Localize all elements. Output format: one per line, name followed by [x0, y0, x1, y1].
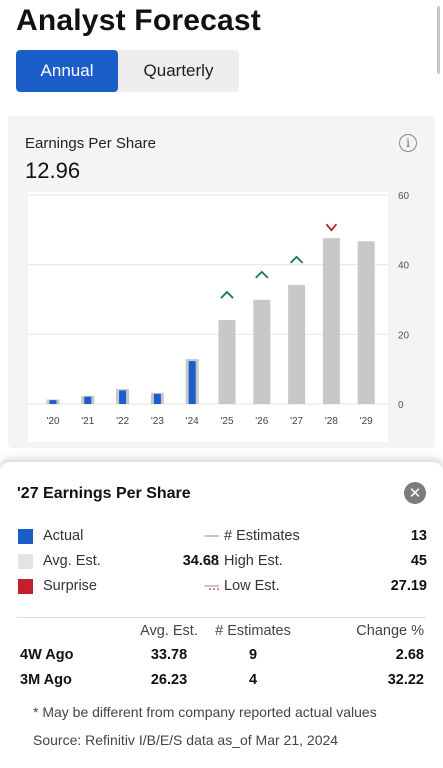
- x-tick-label: '26: [255, 416, 268, 427]
- row-separator: ...: [208, 578, 221, 594]
- surprise-down-marker: [325, 223, 338, 232]
- disclaimer-note: * May be different from company reported…: [33, 704, 377, 720]
- x-tick-label: '21: [81, 416, 94, 427]
- legend-label: Surprise: [43, 578, 97, 594]
- actual-bar: [49, 400, 57, 404]
- surprise-up-marker: [220, 290, 234, 299]
- row-separator: ...: [208, 553, 221, 569]
- y-tick-label: 40: [398, 261, 410, 272]
- stat-label: # Estimates: [224, 528, 300, 544]
- actual-swatch: [18, 529, 33, 544]
- close-icon: ✕: [408, 484, 422, 502]
- stat-label: Low Est.: [224, 578, 280, 594]
- actual-bar: [84, 396, 92, 404]
- divider: [17, 617, 426, 618]
- table-row: 3M Ago 26.23 4 32.22: [17, 670, 427, 690]
- row-label: 3M Ago: [20, 672, 72, 688]
- legend-label: Actual: [43, 528, 84, 544]
- legend-row-actual: Actual — # Estimates 13: [17, 526, 427, 546]
- avg-est-swatch: [18, 554, 33, 569]
- estimate-bar: [218, 320, 236, 404]
- col-header-change: Change %: [356, 623, 424, 639]
- x-tick-label: '25: [220, 416, 233, 427]
- stat-value: 27.19: [390, 578, 427, 594]
- table-header: Avg. Est. # Estimates Change %: [17, 621, 427, 641]
- legend-value: —: [204, 528, 220, 544]
- surprise-up-marker: [289, 255, 304, 264]
- stat-value: 45: [410, 553, 427, 569]
- estimate-bar: [357, 241, 375, 404]
- stat-label: High Est.: [224, 553, 283, 569]
- scrollbar-thumb[interactable]: [437, 6, 440, 74]
- legend-label: Avg. Est.: [43, 553, 101, 569]
- x-tick-label: '22: [116, 416, 129, 427]
- cell-change: 32.22: [387, 672, 424, 688]
- eps-bar-chart[interactable]: 0 20 40 60 '20 '21 '22 '23 '24 '25 '26 '27 '28 '29: [8, 116, 435, 448]
- estimate-bar: [288, 284, 306, 404]
- col-header-estimates: # Estimates: [215, 623, 291, 639]
- estimate-bar: [322, 238, 340, 404]
- x-tick-label: '23: [151, 416, 164, 427]
- cell-estimates: 4: [248, 672, 258, 688]
- y-tick-label: 0: [398, 400, 404, 411]
- cell-change: 2.68: [395, 647, 424, 663]
- cell-estimates: 9: [248, 647, 258, 663]
- x-tick-label: '24: [186, 416, 199, 427]
- eps-chart-card: Earnings Per Share 12.96 i 0 20 40 60'20'21…: [8, 116, 435, 448]
- source-note: Source: Refinitiv I/B/E/S data as_of Mar…: [33, 732, 339, 748]
- details-sheet: '27 Earnings Per Share ✕ Actual — # Esti…: [0, 462, 443, 768]
- page-title: Analyst Forecast: [16, 4, 261, 37]
- legend-row-avg-est: Avg. Est. 34.68 ... High Est. 45: [17, 551, 427, 571]
- details-title: '27 Earnings Per Share: [17, 485, 191, 502]
- row-label: 4W Ago: [20, 647, 74, 663]
- surprise-up-marker: [255, 270, 269, 279]
- actual-bar: [188, 361, 196, 404]
- x-tick-label: '29: [360, 416, 373, 427]
- x-tick-label: '28: [325, 416, 338, 427]
- legend-row-surprise: Surprise — ... Low Est. 27.19: [17, 576, 427, 596]
- y-tick-label: 20: [398, 330, 410, 341]
- y-tick-label: 60: [398, 191, 410, 202]
- stat-value: 13: [410, 528, 427, 544]
- estimate-bar: [253, 299, 271, 404]
- quarterly-tab[interactable]: Quarterly: [118, 50, 239, 92]
- x-tick-label: '20: [46, 416, 59, 427]
- x-tick-label: '27: [290, 416, 303, 427]
- period-toggle: Annual Quarterly: [16, 50, 239, 92]
- actual-bar: [153, 393, 161, 404]
- surprise-swatch: [18, 579, 33, 594]
- table-row: 4W Ago 33.78 9 2.68: [17, 645, 427, 665]
- close-button[interactable]: ✕: [404, 482, 426, 504]
- actual-bar: [119, 390, 127, 404]
- annual-tab[interactable]: Annual: [16, 50, 118, 92]
